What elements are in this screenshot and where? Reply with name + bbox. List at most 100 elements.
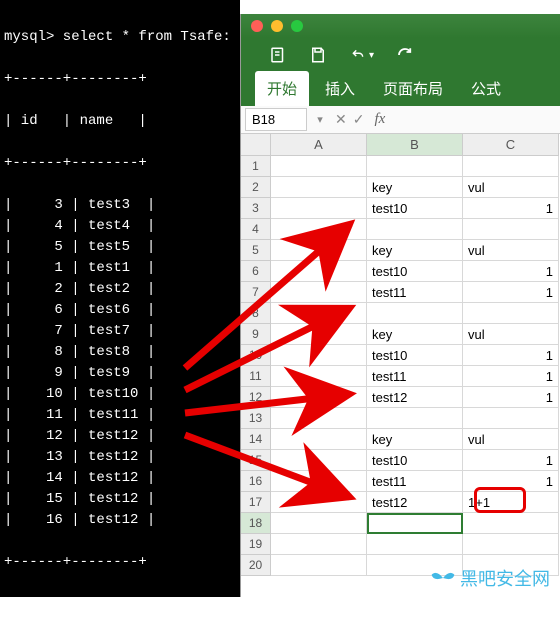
col-header-b[interactable]: B [367, 134, 463, 156]
cell[interactable] [367, 408, 463, 429]
row-header[interactable]: 19 [241, 534, 271, 555]
row-header[interactable]: 15 [241, 450, 271, 471]
cell[interactable] [271, 282, 367, 303]
row-header[interactable]: 18 [241, 513, 271, 534]
row-header[interactable]: 3 [241, 198, 271, 219]
cell[interactable]: key [367, 429, 463, 450]
cell[interactable]: test12 [367, 387, 463, 408]
cell[interactable] [271, 387, 367, 408]
cell[interactable] [271, 345, 367, 366]
row-header[interactable]: 12 [241, 387, 271, 408]
cell[interactable]: 1 [463, 282, 559, 303]
tab-formula[interactable]: 公式 [459, 71, 513, 106]
undo-icon[interactable]: ▾ [349, 48, 374, 62]
cell[interactable]: 1 [463, 261, 559, 282]
row-header[interactable]: 1 [241, 156, 271, 177]
cell[interactable]: vul [463, 177, 559, 198]
cell[interactable] [463, 534, 559, 555]
cell[interactable]: key [367, 324, 463, 345]
cell[interactable]: test11 [367, 366, 463, 387]
cell[interactable]: test12 [367, 492, 463, 513]
redo-icon[interactable] [396, 46, 414, 64]
cell[interactable]: 1 [463, 198, 559, 219]
cell[interactable] [271, 303, 367, 324]
row-header[interactable]: 5 [241, 240, 271, 261]
fx-label[interactable]: fx [374, 111, 385, 128]
row-header[interactable]: 7 [241, 282, 271, 303]
cell[interactable]: test10 [367, 450, 463, 471]
row-header[interactable]: 2 [241, 177, 271, 198]
cell[interactable] [271, 471, 367, 492]
close-icon[interactable] [251, 20, 263, 32]
select-all-corner[interactable] [241, 134, 271, 156]
row-header[interactable]: 17 [241, 492, 271, 513]
row-header[interactable]: 10 [241, 345, 271, 366]
accept-formula-icon[interactable]: ✓ [353, 111, 365, 128]
row-header[interactable]: 4 [241, 219, 271, 240]
cell[interactable] [367, 303, 463, 324]
cell[interactable]: test10 [367, 198, 463, 219]
cell[interactable]: test10 [367, 345, 463, 366]
cell[interactable] [271, 513, 367, 534]
zoom-icon[interactable] [291, 20, 303, 32]
cell[interactable]: key [367, 177, 463, 198]
term-row: | 5 | test5 | [4, 237, 236, 258]
cell[interactable] [271, 450, 367, 471]
cell[interactable] [271, 177, 367, 198]
home-icon[interactable] [269, 46, 287, 64]
cell[interactable]: vul [463, 240, 559, 261]
row-header[interactable]: 16 [241, 471, 271, 492]
cell[interactable] [271, 408, 367, 429]
save-icon[interactable] [309, 46, 327, 64]
cell[interactable] [271, 324, 367, 345]
tab-home[interactable]: 开始 [255, 71, 309, 106]
cell[interactable] [271, 219, 367, 240]
cell[interactable]: test11 [367, 282, 463, 303]
cell[interactable]: vul [463, 324, 559, 345]
cell[interactable]: 1 [463, 450, 559, 471]
row-header[interactable]: 8 [241, 303, 271, 324]
cell[interactable] [271, 492, 367, 513]
cell[interactable]: key [367, 240, 463, 261]
cell[interactable]: test11 [367, 471, 463, 492]
name-box[interactable]: B18 [245, 108, 307, 131]
cell[interactable] [271, 555, 367, 576]
row-header[interactable]: 11 [241, 366, 271, 387]
col-header-a[interactable]: A [271, 134, 367, 156]
col-header-c[interactable]: C [463, 134, 559, 156]
cell[interactable]: 1 [463, 366, 559, 387]
row-header[interactable]: 14 [241, 429, 271, 450]
tab-insert[interactable]: 插入 [313, 71, 367, 106]
namebox-dropdown-icon[interactable]: ▾ [311, 113, 329, 126]
row-header[interactable]: 13 [241, 408, 271, 429]
cell[interactable] [463, 303, 559, 324]
cell[interactable] [367, 513, 463, 534]
cell[interactable]: 1 [463, 471, 559, 492]
cell[interactable] [271, 534, 367, 555]
cell[interactable] [271, 261, 367, 282]
cell[interactable] [463, 219, 559, 240]
row-header[interactable]: 6 [241, 261, 271, 282]
cell[interactable] [463, 156, 559, 177]
cell[interactable] [367, 534, 463, 555]
cell[interactable] [271, 240, 367, 261]
cell[interactable] [271, 156, 367, 177]
cell[interactable] [367, 156, 463, 177]
cell[interactable]: test10 [367, 261, 463, 282]
minimize-icon[interactable] [271, 20, 283, 32]
cell[interactable]: 1+1 [463, 492, 559, 513]
row-header[interactable]: 9 [241, 324, 271, 345]
row-header[interactable]: 20 [241, 555, 271, 576]
cell[interactable]: vul [463, 429, 559, 450]
tab-layout[interactable]: 页面布局 [371, 71, 455, 106]
cell[interactable] [271, 366, 367, 387]
cell[interactable]: 1 [463, 387, 559, 408]
spreadsheet-grid[interactable]: A B C 12keyvul3test10145keyvul6test1017t… [241, 134, 560, 576]
cell[interactable] [271, 198, 367, 219]
cancel-formula-icon[interactable]: ✕ [335, 111, 347, 128]
cell[interactable] [367, 219, 463, 240]
cell[interactable] [463, 408, 559, 429]
cell[interactable] [271, 429, 367, 450]
cell[interactable]: 1 [463, 345, 559, 366]
cell[interactable] [463, 513, 559, 534]
